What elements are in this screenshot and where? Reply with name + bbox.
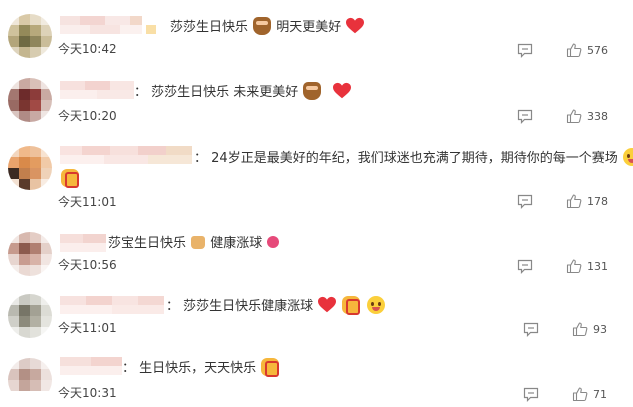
red-heart-icon [318, 296, 337, 314]
timestamp: 今天11:01 [58, 195, 117, 209]
comment-prefix: ： [134, 85, 148, 100]
thumbs-up-icon [566, 193, 582, 209]
birthday-cake-icon [303, 82, 322, 100]
timestamp: 今天11:01 [58, 321, 117, 335]
applause-sticker-icon [261, 358, 280, 377]
red-heart-icon [346, 17, 365, 35]
comment-prefix: ： [194, 151, 208, 166]
thumbs-up-icon [566, 258, 582, 274]
like-count: 338 [587, 109, 608, 123]
avatar[interactable] [8, 146, 52, 190]
like-count: 93 [593, 322, 607, 336]
avatar[interactable] [8, 14, 52, 58]
applause-sticker-icon [342, 296, 361, 315]
username-blurred[interactable] [60, 296, 164, 314]
comment-item: 莎宝生日快乐 健康涨球 今天10:56 131 [0, 220, 633, 284]
timestamp: 今天10:42 [58, 42, 117, 56]
comment-icon[interactable] [523, 322, 539, 337]
emoji-line [60, 168, 80, 188]
username-blurred[interactable] [60, 357, 122, 375]
comment-prefix: ： [122, 361, 136, 376]
timestamp: 今天10:20 [58, 109, 117, 123]
party-face-icon [366, 296, 385, 314]
comment-prefix: ： [166, 299, 180, 314]
birthday-cake-icon [191, 236, 206, 249]
comment-item: ： 24岁正是最美好的年纪，我们球迷也充满了期待，期待你的每一个赛场 今天11:… [0, 132, 633, 216]
ping-pong-icon [267, 236, 280, 248]
like-count: 71 [593, 387, 607, 401]
avatar[interactable] [8, 78, 52, 122]
username-blurred[interactable] [60, 81, 134, 99]
comment-item: ： 生日快乐，天天快乐 今天10:31 71 [0, 346, 633, 407]
comment-text: ： 24岁正是最美好的年纪，我们球迷也充满了期待，期待你的每一个赛场 [194, 148, 633, 168]
username-blurred[interactable] [60, 234, 106, 252]
birthday-cake-icon [253, 17, 272, 35]
comment-item: ： 莎莎生日快乐健康涨球 今天11:01 93 [0, 284, 633, 344]
comment-text: ： 莎莎生日快乐健康涨球 [166, 296, 386, 316]
like-button[interactable]: 576 [566, 42, 608, 58]
like-button[interactable]: 71 [572, 386, 607, 402]
thumbs-up-icon [566, 108, 582, 124]
crying-face-icon [622, 148, 633, 166]
comment-text: 莎莎生日快乐 明天更美好 [170, 17, 365, 37]
like-button[interactable]: 93 [572, 321, 607, 337]
comment-icon[interactable] [523, 387, 539, 402]
comment-item: 莎莎生日快乐 明天更美好 今天10:42 576 [0, 0, 633, 60]
like-count: 131 [587, 259, 608, 273]
comment-text: ： 莎莎生日快乐 未来更美好 [134, 82, 352, 102]
like-button[interactable]: 178 [566, 193, 608, 209]
username-blurred[interactable] [60, 146, 192, 164]
avatar[interactable] [8, 294, 52, 338]
comment-text-part: 莎宝生日快乐 [108, 236, 187, 251]
comment-icon[interactable] [517, 43, 533, 58]
red-heart-icon [332, 82, 351, 100]
applause-sticker-icon [61, 169, 79, 188]
timestamp: 今天10:31 [58, 386, 117, 400]
comment-icon[interactable] [517, 259, 533, 274]
avatar[interactable] [8, 232, 52, 276]
comment-text-part: 莎莎生日快乐 未来更美好 [151, 85, 299, 100]
avatar[interactable] [8, 358, 52, 402]
comment-text: ： 生日快乐，天天快乐 [122, 358, 280, 378]
timestamp: 今天10:56 [58, 258, 117, 272]
like-count: 178 [587, 194, 608, 208]
comment-text-part: 莎莎生日快乐 [170, 20, 249, 35]
comment-item: ： 莎莎生日快乐 未来更美好 今天10:20 338 [0, 64, 633, 128]
comment-text-part: 24岁正是最美好的年纪，我们球迷也充满了期待，期待你的每一个赛场 [211, 151, 618, 166]
comment-text-part: 明天更美好 [276, 20, 342, 35]
like-count: 576 [587, 43, 608, 57]
thumbs-up-icon [572, 386, 588, 402]
comment-text: 莎宝生日快乐 健康涨球 [108, 235, 280, 253]
username-blurred[interactable] [60, 16, 160, 34]
comment-icon[interactable] [517, 109, 533, 124]
thumbs-up-icon [572, 321, 588, 337]
like-button[interactable]: 131 [566, 258, 608, 274]
like-button[interactable]: 338 [566, 108, 608, 124]
comment-text-part: 生日快乐，天天快乐 [139, 361, 257, 376]
comment-icon[interactable] [517, 194, 533, 209]
comment-text-part: 莎莎生日快乐健康涨球 [183, 299, 314, 314]
thumbs-up-icon [566, 42, 582, 58]
comment-text-part: 健康涨球 [210, 236, 263, 251]
